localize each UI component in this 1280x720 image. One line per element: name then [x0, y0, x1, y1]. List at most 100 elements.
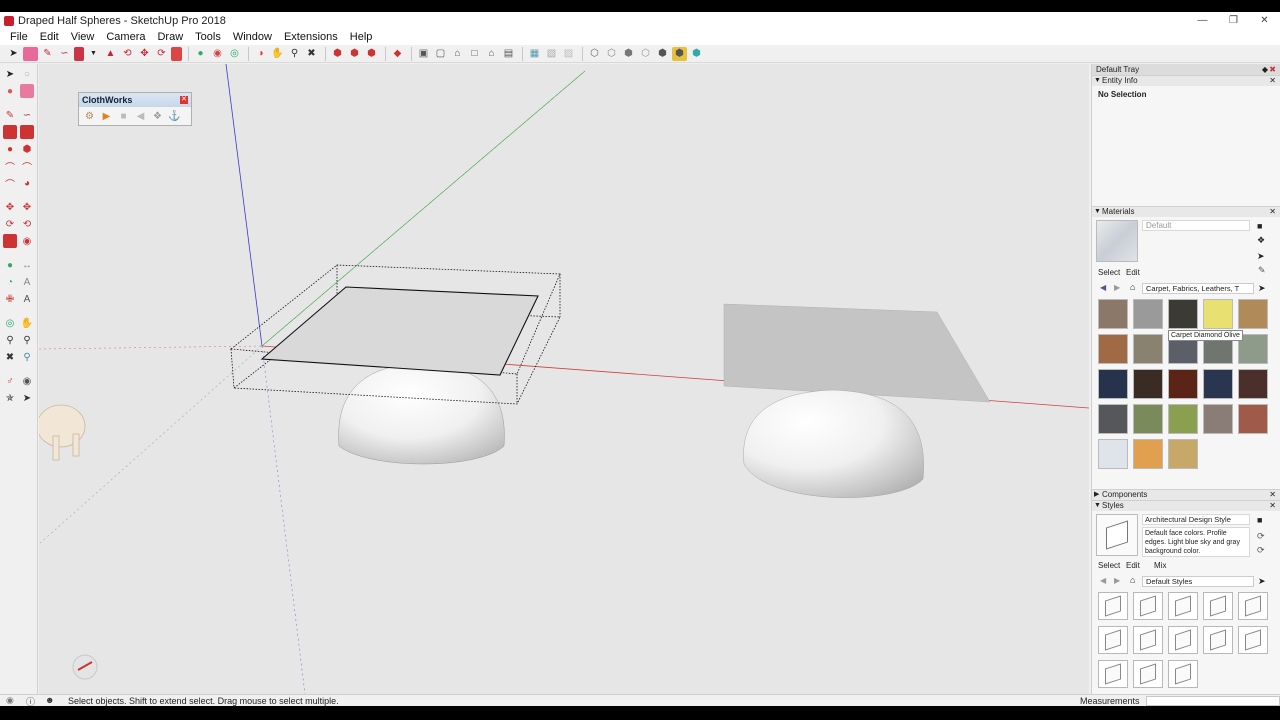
3d-text-tool-icon[interactable]: A: [20, 292, 34, 306]
freehand-tool-icon[interactable]: ∽: [20, 108, 34, 122]
styles-header[interactable]: ▼ Styles ✕: [1092, 500, 1280, 511]
entity-info-header[interactable]: ▼ Entity Info ✕: [1092, 75, 1280, 86]
warehouse-icon[interactable]: ⬢: [330, 47, 345, 61]
share-model-icon[interactable]: ⬢: [364, 47, 379, 61]
style-name-field[interactable]: Architectural Design Style: [1142, 514, 1250, 525]
style-thumbnail[interactable]: [1168, 660, 1198, 688]
style-thumbnail[interactable]: [1203, 626, 1233, 654]
materials-forward-icon[interactable]: ▶: [1114, 283, 1120, 292]
cloth-bake-icon[interactable]: ❖: [151, 110, 164, 123]
menu-edit[interactable]: Edit: [34, 31, 65, 43]
menu-draw[interactable]: Draw: [151, 31, 189, 43]
materials-tab-edit[interactable]: Edit: [1126, 268, 1140, 277]
previous-view-icon[interactable]: ⚲: [20, 350, 34, 364]
follow-me-tool-icon[interactable]: ⟲: [20, 217, 34, 231]
style-shaded-icon[interactable]: ⬢: [621, 47, 636, 61]
style-thumbnail[interactable]: [1133, 592, 1163, 620]
rotate-icon[interactable]: ⟳: [154, 47, 169, 61]
material-name-field[interactable]: Default: [1142, 220, 1250, 231]
material-browse-icon[interactable]: ■: [1257, 221, 1262, 231]
section-plane-icon[interactable]: ◑: [253, 47, 268, 61]
zoom-extents-tool-icon[interactable]: ✖: [3, 350, 17, 364]
protractor-tool-icon[interactable]: ◔: [3, 275, 17, 289]
material-swatch[interactable]: [1133, 299, 1163, 329]
style-thumbnail[interactable]: [1098, 660, 1128, 688]
rectangle-tool-icon[interactable]: [3, 125, 17, 139]
styles-home-icon[interactable]: ⌂: [1130, 575, 1135, 585]
push-pull-icon[interactable]: ▲: [103, 47, 118, 61]
style-description[interactable]: Default face colors. Profile edges. Ligh…: [1142, 527, 1250, 557]
freehand-icon[interactable]: ∽: [57, 47, 72, 61]
push-pull-tool-icon[interactable]: ✥: [20, 200, 34, 214]
styles-tab-select[interactable]: Select: [1098, 561, 1120, 570]
styles-library-select[interactable]: Default Styles: [1142, 576, 1254, 587]
component-icon[interactable]: ○: [20, 67, 34, 81]
styles-close-icon[interactable]: ✕: [1269, 501, 1276, 511]
offset-tool-icon[interactable]: ◉: [20, 234, 34, 248]
style-update-icon[interactable]: ⟳: [1257, 531, 1265, 542]
styles-tab-edit[interactable]: Edit: [1126, 561, 1140, 570]
style-thumbnail[interactable]: [1133, 660, 1163, 688]
layers-icon[interactable]: ◆: [390, 47, 405, 61]
cloth-pin-icon[interactable]: ⚓: [168, 110, 181, 123]
orbit-tool-icon[interactable]: ◎: [3, 316, 17, 330]
pencil-line-icon[interactable]: ✎: [40, 47, 55, 61]
rotate-tool-icon[interactable]: ⟳: [3, 217, 17, 231]
material-swatch[interactable]: [1098, 299, 1128, 329]
style-default-icon[interactable]: ⬢: [689, 47, 704, 61]
move-tool-icon[interactable]: ✥: [3, 200, 17, 214]
minimize-button[interactable]: —: [1187, 12, 1218, 29]
material-swatch[interactable]: [1168, 439, 1198, 469]
style-thumbnail[interactable]: [1203, 592, 1233, 620]
materials-tab-select[interactable]: Select: [1098, 268, 1120, 277]
material-swatch[interactable]: [1133, 334, 1163, 364]
material-swatch[interactable]: [1168, 404, 1198, 434]
materials-close-icon[interactable]: ✕: [1269, 207, 1276, 217]
menu-extensions[interactable]: Extensions: [278, 31, 344, 43]
back-view-icon[interactable]: ⌂: [484, 47, 499, 61]
rotated-rectangle-icon[interactable]: [20, 125, 34, 139]
material-swatch[interactable]: [1203, 299, 1233, 329]
material-swatch[interactable]: [1133, 439, 1163, 469]
measurements-input[interactable]: [1146, 696, 1280, 706]
menu-help[interactable]: Help: [344, 31, 379, 43]
menu-view[interactable]: View: [65, 31, 101, 43]
wireframe-icon[interactable]: ▨: [561, 47, 576, 61]
credits-icon[interactable]: ⓘ: [26, 695, 35, 706]
axes-tool-icon[interactable]: ✙: [3, 292, 17, 306]
pan-icon[interactable]: ✋: [270, 47, 285, 61]
styles-details-icon[interactable]: ➤: [1258, 576, 1266, 587]
iso-view-icon[interactable]: ▣: [416, 47, 431, 61]
materials-home-icon[interactable]: ⌂: [1130, 282, 1135, 292]
material-swatch[interactable]: [1133, 369, 1163, 399]
zoom-icon[interactable]: ⚲: [287, 47, 302, 61]
select-arrow-icon[interactable]: ➤: [6, 47, 21, 61]
move-icon[interactable]: ✥: [137, 47, 152, 61]
line-tool-icon[interactable]: ✎: [3, 108, 17, 122]
style-thumbnail[interactable]: [1098, 592, 1128, 620]
restore-button[interactable]: ❐: [1218, 12, 1249, 29]
back-edges-icon[interactable]: ▧: [544, 47, 559, 61]
material-swatch[interactable]: [1203, 369, 1233, 399]
style-create-icon[interactable]: ■: [1257, 515, 1262, 525]
geo-location-icon[interactable]: ◉: [6, 695, 14, 706]
pie-tool-icon[interactable]: ◕: [20, 176, 34, 190]
components-close-icon[interactable]: ✕: [1269, 490, 1276, 500]
section-plane-tool-icon[interactable]: ➤: [20, 391, 34, 405]
material-dropper-icon[interactable]: ✎: [1258, 265, 1266, 276]
circle-tool-icon[interactable]: ●: [3, 142, 17, 156]
styles-forward-icon[interactable]: ▶: [1114, 576, 1120, 585]
tape-tool-icon[interactable]: ●: [3, 258, 17, 272]
close-button[interactable]: ✕: [1249, 12, 1280, 29]
style-refresh-icon[interactable]: ⟳: [1257, 545, 1265, 556]
material-swatch[interactable]: [1098, 404, 1128, 434]
cloth-stop-icon[interactable]: ■: [117, 110, 130, 123]
style-wireframe-icon[interactable]: ⬡: [587, 47, 602, 61]
extension-warehouse-icon[interactable]: ⬢: [347, 47, 362, 61]
components-header[interactable]: ▶ Components ✕: [1092, 489, 1280, 500]
pan-tool-icon[interactable]: ✋: [20, 316, 34, 330]
dropdown-arrow-icon[interactable]: ▼: [86, 47, 101, 61]
style-hidden-line-icon[interactable]: ⬡: [604, 47, 619, 61]
style-thumbnail[interactable]: [1168, 592, 1198, 620]
styles-back-icon[interactable]: ◀: [1100, 576, 1106, 585]
